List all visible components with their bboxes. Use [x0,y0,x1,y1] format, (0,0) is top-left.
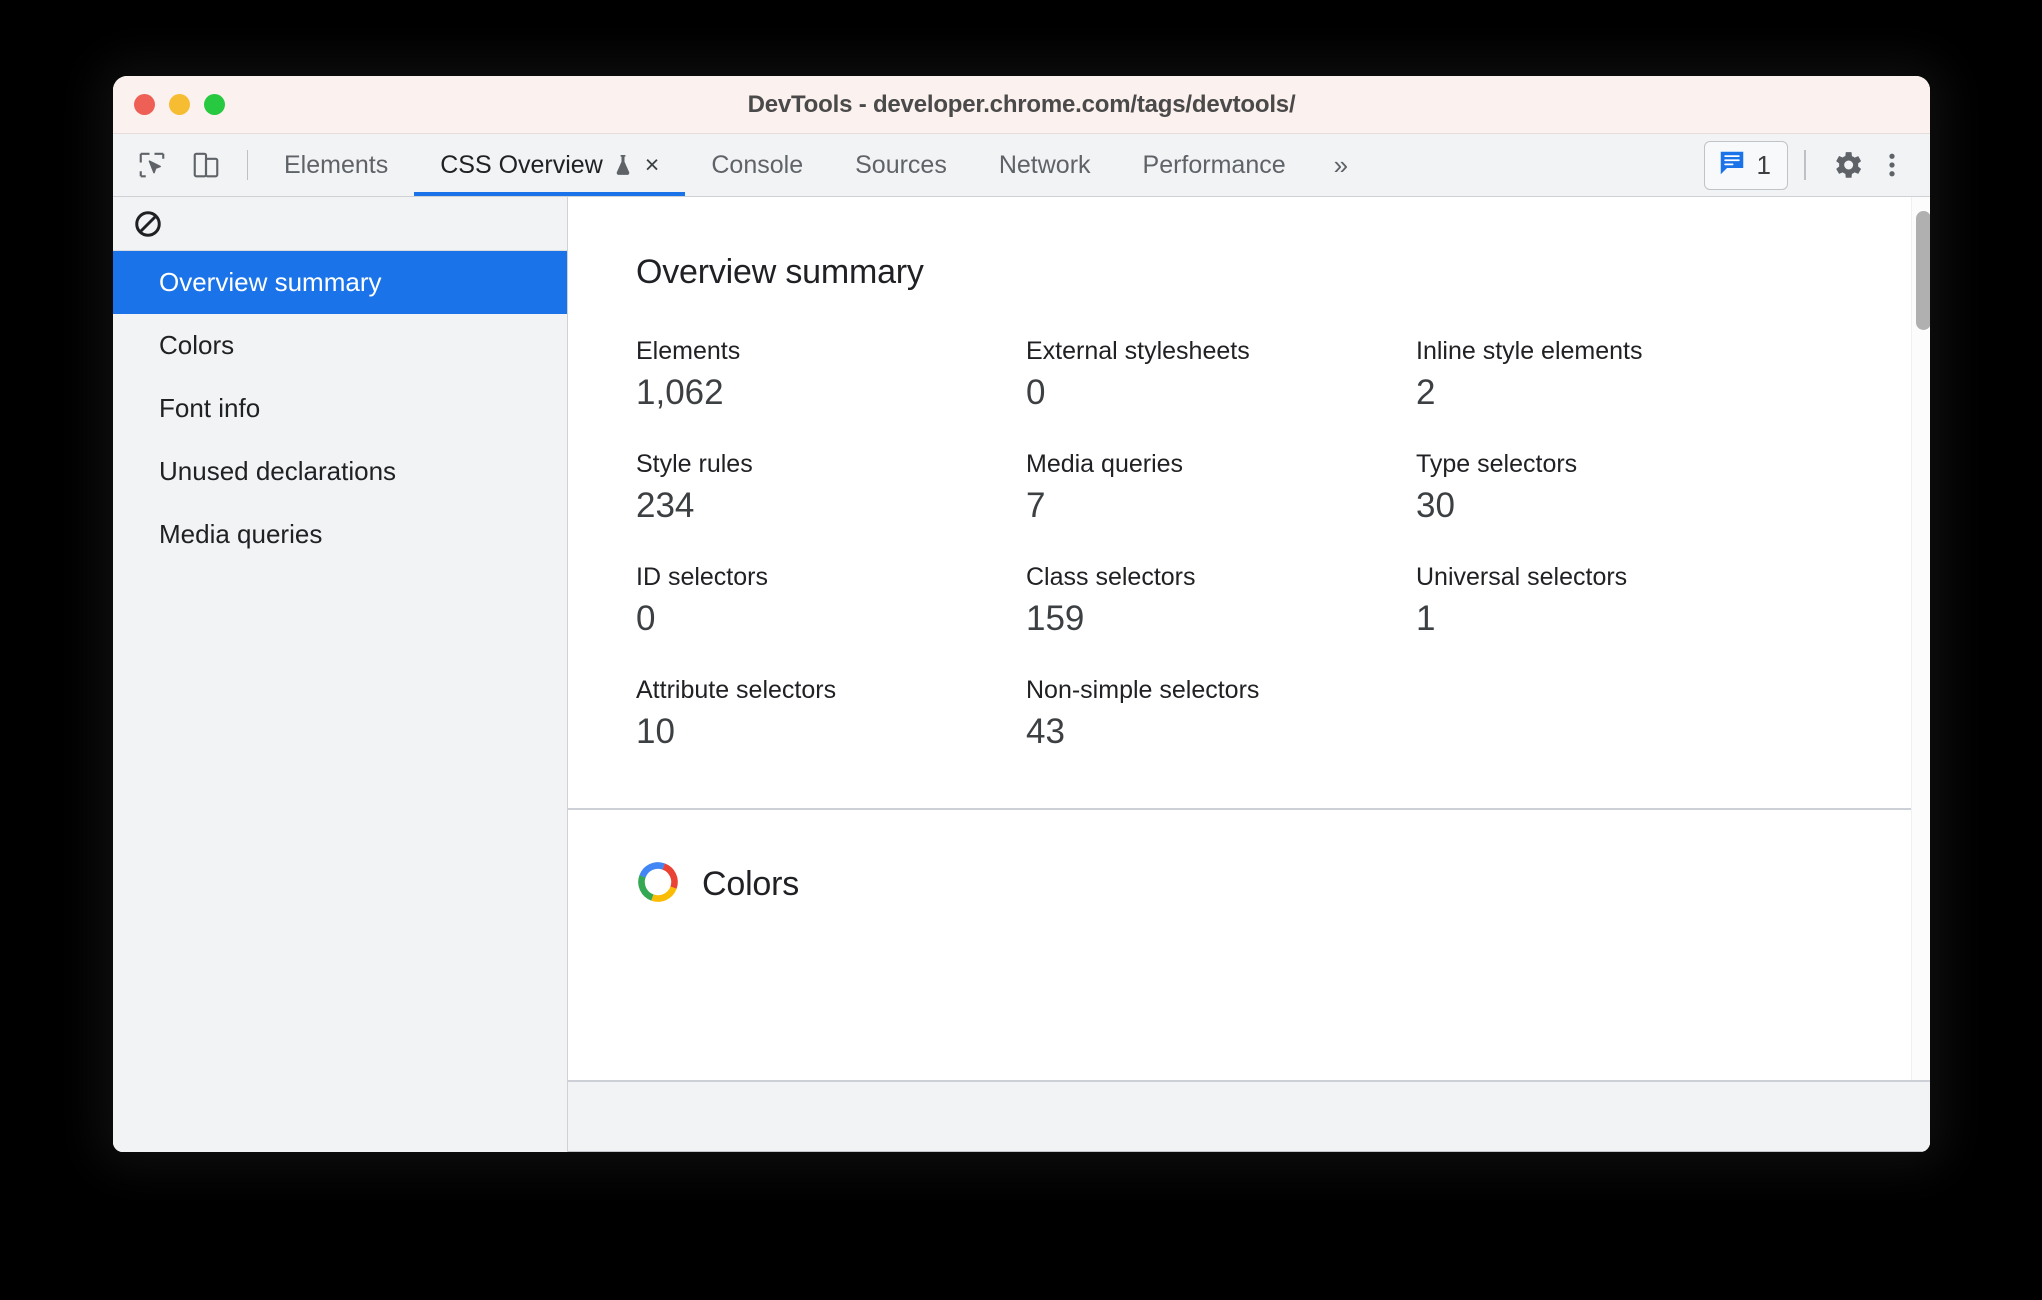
stat-value: 43 [1026,712,1065,752]
sidebar-item-label: Media queries [159,519,323,549]
stat-value: 0 [636,599,656,639]
console-message-icon [1717,148,1747,183]
tab-label: Performance [1142,150,1286,179]
stat-media-queries: Media queries 7 [1026,449,1416,528]
colors-section-header[interactable]: Colors [568,810,1930,957]
sidebar-item-label: Font info [159,393,261,423]
sidebar-item-media-queries[interactable]: Media queries [113,503,567,566]
experiment-flask-icon [612,153,634,177]
stat-label: Inline style elements [1416,337,1643,365]
stat-label: Non-simple selectors [1026,676,1260,704]
sidebar-item-unused-declarations[interactable]: Unused declarations [113,440,567,503]
content-scrollbar[interactable] [1911,197,1930,1080]
css-overview-content: Overview summary Elements 1,062 External… [568,197,1930,1152]
sidebar-item-label: Overview summary [159,267,382,297]
stat-value: 2 [1416,373,1436,413]
stat-label: Media queries [1026,450,1184,478]
tab-label: Elements [284,150,389,179]
content-scroll-area: Overview summary Elements 1,062 External… [568,197,1930,1080]
tab-css-overview[interactable]: CSS Overview × [414,134,686,196]
window-close-button[interactable] [134,94,155,115]
tab-label: CSS Overview [440,150,603,179]
sidebar-item-font-info[interactable]: Font info [113,377,567,440]
toolbar-left-group [113,134,258,196]
stat-label: ID selectors [636,563,768,591]
tab-performance[interactable]: Performance [1117,134,1312,196]
overview-summary-panel: Overview summary Elements 1,062 External… [568,197,1930,810]
summary-stats-grid: Elements 1,062 External stylesheets 0 In… [636,336,1930,794]
gear-icon[interactable] [1822,140,1872,190]
screenshot-root: DevTools - developer.chrome.com/tags/dev… [0,0,2042,1300]
stat-non-simple-selectors: Non-simple selectors 43 [1026,675,1416,754]
stat-label: Elements [636,337,741,365]
stat-attribute-selectors: Attribute selectors 10 [636,675,1026,754]
stat-value: 159 [1026,599,1085,639]
toolbar-separator [247,150,248,180]
tab-elements[interactable]: Elements [258,134,414,196]
devtools-body: Overview summary Colors Font info Unused… [113,197,1930,1152]
window-traffic-lights [134,94,225,115]
scrollbar-thumb[interactable] [1916,211,1930,330]
stat-id-selectors: ID selectors 0 [636,562,1026,641]
sidebar-item-colors[interactable]: Colors [113,314,567,377]
three-dot-menu-icon[interactable] [1872,140,1912,190]
stat-value: 1,062 [636,373,724,413]
window-title: DevTools - developer.chrome.com/tags/dev… [747,90,1296,118]
window-minimize-button[interactable] [169,94,190,115]
inspect-cursor-icon[interactable] [129,142,175,188]
tab-sources[interactable]: Sources [829,134,973,196]
css-overview-sidebar: Overview summary Colors Font info Unused… [113,197,568,1152]
tab-console[interactable]: Console [685,134,829,196]
toolbar-right-group: 1 [1703,134,1930,196]
panel-tabs: Elements CSS Overview × Console Sources [258,134,1704,196]
window-zoom-button[interactable] [204,94,225,115]
stat-value: 1 [1416,599,1436,639]
stat-external-stylesheets: External stylesheets 0 [1026,336,1416,415]
block-clear-icon[interactable] [133,209,163,239]
devtools-window: DevTools - developer.chrome.com/tags/dev… [113,76,1930,1152]
stat-empty-slot [1416,675,1806,754]
stat-value: 30 [1416,486,1455,526]
color-wheel-icon [636,860,680,909]
console-message-count: 1 [1756,150,1771,180]
sidebar-item-label: Unused declarations [159,456,397,486]
devtools-toolbar: Elements CSS Overview × Console Sources [113,134,1930,197]
stat-label: Type selectors [1416,450,1578,478]
stat-elements: Elements 1,062 [636,336,1026,415]
toolbar-divider [1804,150,1806,180]
stat-label: Attribute selectors [636,676,837,704]
stat-value: 234 [636,486,695,526]
tab-label: Sources [855,150,947,179]
console-messages-badge[interactable]: 1 [1703,140,1788,190]
stat-style-rules: Style rules 234 [636,449,1026,528]
stat-label: Class selectors [1026,563,1196,591]
tab-close-icon[interactable]: × [645,152,660,178]
tab-network[interactable]: Network [973,134,1117,196]
stat-value: 10 [636,712,675,752]
window-titlebar: DevTools - developer.chrome.com/tags/dev… [113,76,1930,134]
stat-type-selectors: Type selectors 30 [1416,449,1806,528]
device-toolbar-icon[interactable] [183,142,229,188]
stat-label: Style rules [636,450,753,478]
stat-universal-selectors: Universal selectors 1 [1416,562,1806,641]
tab-label: Network [998,150,1091,179]
sidebar-toolbar [113,197,567,251]
stat-class-selectors: Class selectors 159 [1026,562,1416,641]
stat-label: Universal selectors [1416,563,1628,591]
stat-label: External stylesheets [1026,337,1250,365]
page-title: Overview summary [636,253,924,291]
stat-value: 7 [1026,486,1046,526]
sidebar-item-overview-summary[interactable]: Overview summary [113,251,567,314]
content-bottom-strip [568,1080,1930,1152]
sidebar-item-list: Overview summary Colors Font info Unused… [113,251,567,566]
colors-section-title: Colors [702,865,800,903]
stat-inline-style-elements: Inline style elements 2 [1416,336,1806,415]
more-tabs-icon[interactable]: » [1312,134,1370,196]
tab-label: Console [711,150,804,179]
stat-value: 0 [1026,373,1046,413]
sidebar-item-label: Colors [159,330,235,360]
